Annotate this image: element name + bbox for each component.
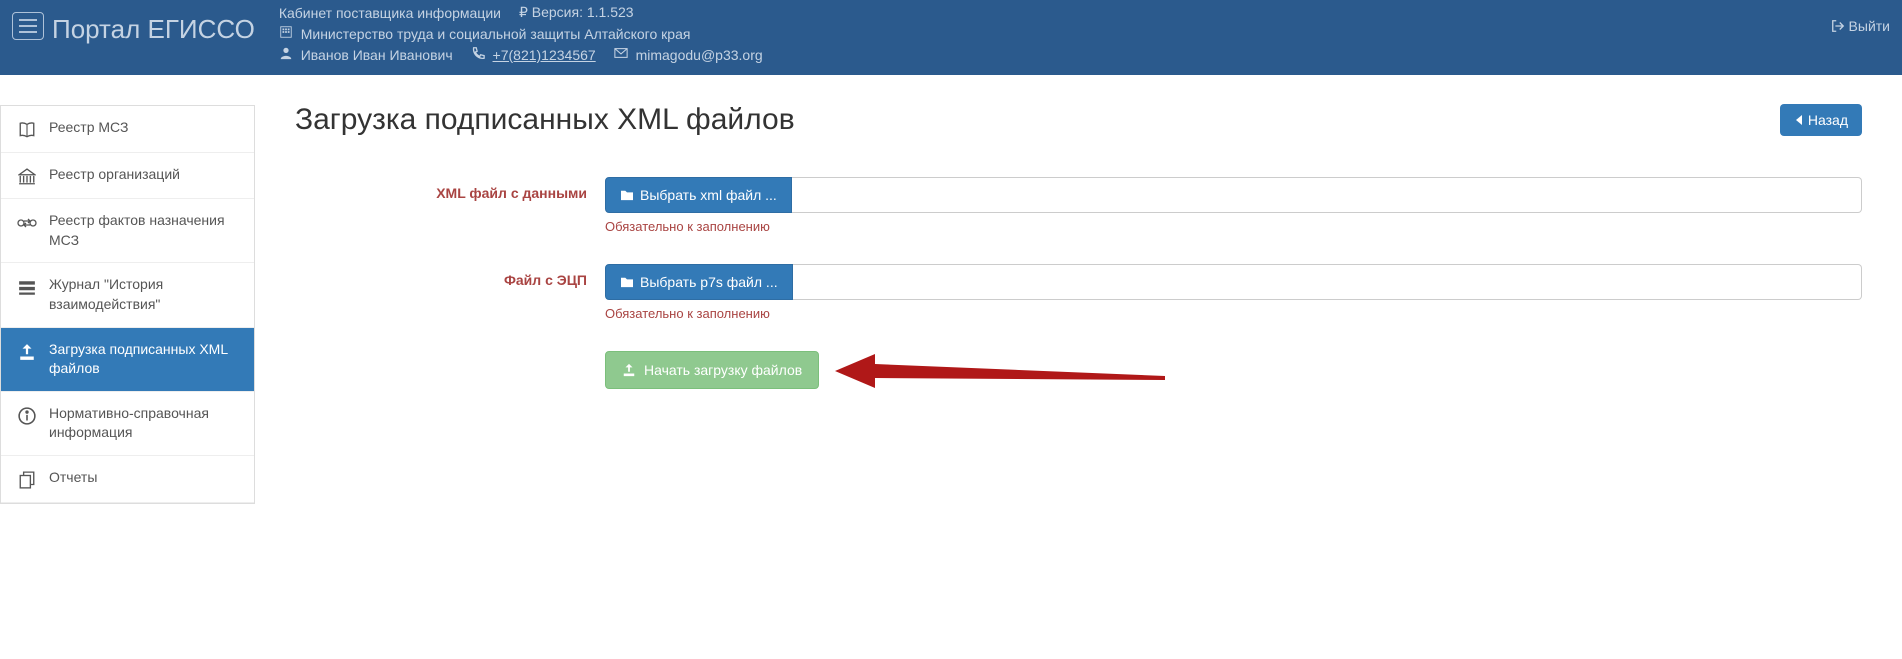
- sidebar-item-label: Реестр организаций: [49, 165, 180, 185]
- list-icon: [17, 277, 37, 297]
- sidebar-item-reports[interactable]: Отчеты: [1, 456, 254, 503]
- xml-file-display: [792, 177, 1862, 213]
- choose-p7s-label: Выбрать p7s файл ...: [640, 274, 778, 290]
- start-upload-button[interactable]: Начать загрузку файлов: [605, 351, 819, 389]
- user-icon: [279, 47, 297, 63]
- back-button[interactable]: Назад: [1780, 104, 1862, 136]
- choose-p7s-button[interactable]: Выбрать p7s файл ...: [605, 264, 793, 300]
- version-label: ₽ Версия: 1.1.523: [519, 4, 634, 21]
- sidebar-item-label: Реестр МСЗ: [49, 118, 128, 138]
- upload-icon: [622, 363, 636, 377]
- logout-label: Выйти: [1849, 18, 1890, 34]
- cabinet-label: Кабинет поставщика информации: [279, 5, 501, 21]
- transfer-icon: [17, 213, 37, 233]
- ministry-label: Министерство труда и социальной защиты А…: [301, 26, 691, 42]
- xml-file-label: XML файл с данными: [295, 177, 605, 201]
- sidebar-item-label: Нормативно-справочная информация: [49, 404, 238, 443]
- sidebar-item-label: Отчеты: [49, 468, 97, 488]
- menu-toggle-button[interactable]: [0, 0, 48, 52]
- sidebar-item-label: Реестр фактов назначения МСЗ: [49, 211, 238, 250]
- folder-icon: [620, 276, 634, 288]
- choose-xml-button[interactable]: Выбрать xml файл ...: [605, 177, 792, 213]
- xml-help-text: Обязательно к заполнению: [605, 219, 1862, 234]
- bank-icon: [17, 167, 37, 187]
- signature-file-label: Файл с ЭЦП: [295, 264, 605, 288]
- folder-icon: [620, 189, 634, 201]
- back-button-label: Назад: [1808, 112, 1848, 128]
- phone-link[interactable]: +7(821)1234567: [493, 47, 596, 63]
- sidebar: Реестр МСЗ Реестр организаций Реестр фак…: [0, 105, 255, 504]
- book-icon: [17, 120, 37, 140]
- sidebar-item-reference-info[interactable]: Нормативно-справочная информация: [1, 392, 254, 456]
- choose-xml-label: Выбрать xml файл ...: [640, 187, 777, 203]
- upload-icon: [17, 342, 37, 362]
- phone-icon: [471, 47, 489, 63]
- sidebar-item-facts-registry[interactable]: Реестр фактов назначения МСЗ: [1, 199, 254, 263]
- sidebar-item-label: Загрузка подписанных XML файлов: [49, 340, 238, 379]
- building-icon: [279, 26, 297, 42]
- sidebar-item-org-registry[interactable]: Реестр организаций: [1, 153, 254, 200]
- sidebar-item-interaction-journal[interactable]: Журнал "История взаимодействия": [1, 263, 254, 327]
- email-label: mimagodu@p33.org: [636, 47, 763, 63]
- sig-help-text: Обязательно к заполнению: [605, 306, 1862, 321]
- email-icon: [614, 47, 632, 63]
- p7s-file-display: [793, 264, 1862, 300]
- annotation-arrow: [835, 346, 1175, 406]
- sidebar-item-label: Журнал "История взаимодействия": [49, 275, 238, 314]
- start-upload-label: Начать загрузку файлов: [644, 362, 802, 378]
- info-icon: [17, 406, 37, 426]
- sidebar-item-msz-registry[interactable]: Реестр МСЗ: [1, 106, 254, 153]
- user-name: Иванов Иван Иванович: [301, 47, 453, 63]
- page-title: Загрузка подписанных XML файлов: [295, 103, 795, 137]
- copy-icon: [17, 470, 37, 490]
- portal-logo: Портал ЕГИССО: [48, 0, 267, 45]
- sidebar-item-upload-xml[interactable]: Загрузка подписанных XML файлов: [1, 328, 254, 392]
- logout-button[interactable]: Выйти: [1831, 0, 1902, 34]
- chevron-left-icon: [1794, 114, 1804, 126]
